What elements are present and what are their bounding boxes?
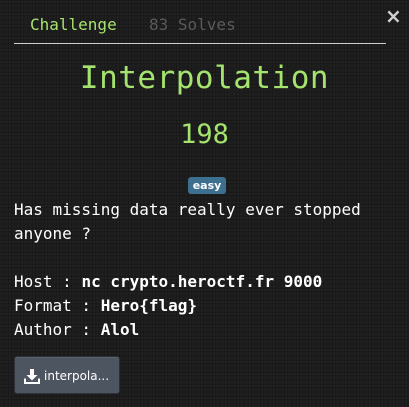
- challenge-title: Interpolation: [79, 60, 330, 96]
- host-value: nc crypto.heroctf.fr 9000: [81, 272, 323, 291]
- description-line: Has missing data really ever stopped: [14, 200, 361, 219]
- difficulty-badge: easy: [188, 177, 226, 194]
- author-value: Alol: [100, 320, 140, 339]
- format-row: Format : Hero{flag}: [14, 294, 404, 318]
- close-icon[interactable]: ×: [385, 6, 402, 26]
- file-download-button[interactable]: interpola...: [14, 356, 120, 394]
- download-icon: [24, 369, 40, 384]
- format-label: Format :: [14, 296, 101, 315]
- format-value: Hero{flag}: [100, 296, 198, 315]
- host-label: Host :: [14, 272, 82, 291]
- file-name: interpola...: [44, 369, 110, 383]
- challenge-points: 198: [180, 119, 229, 150]
- tab-solves[interactable]: 83 Solves: [149, 15, 236, 35]
- tab-challenge[interactable]: Challenge: [30, 15, 117, 35]
- modal-tabs: Challenge 83 Solves: [14, 14, 386, 44]
- author-row: Author : Alol: [14, 318, 404, 342]
- author-label: Author :: [14, 320, 101, 339]
- description-line: anyone ?: [14, 224, 92, 243]
- host-row: Host : nc crypto.heroctf.fr 9000: [14, 270, 404, 294]
- challenge-description: Has missing data really ever stopped any…: [14, 198, 404, 342]
